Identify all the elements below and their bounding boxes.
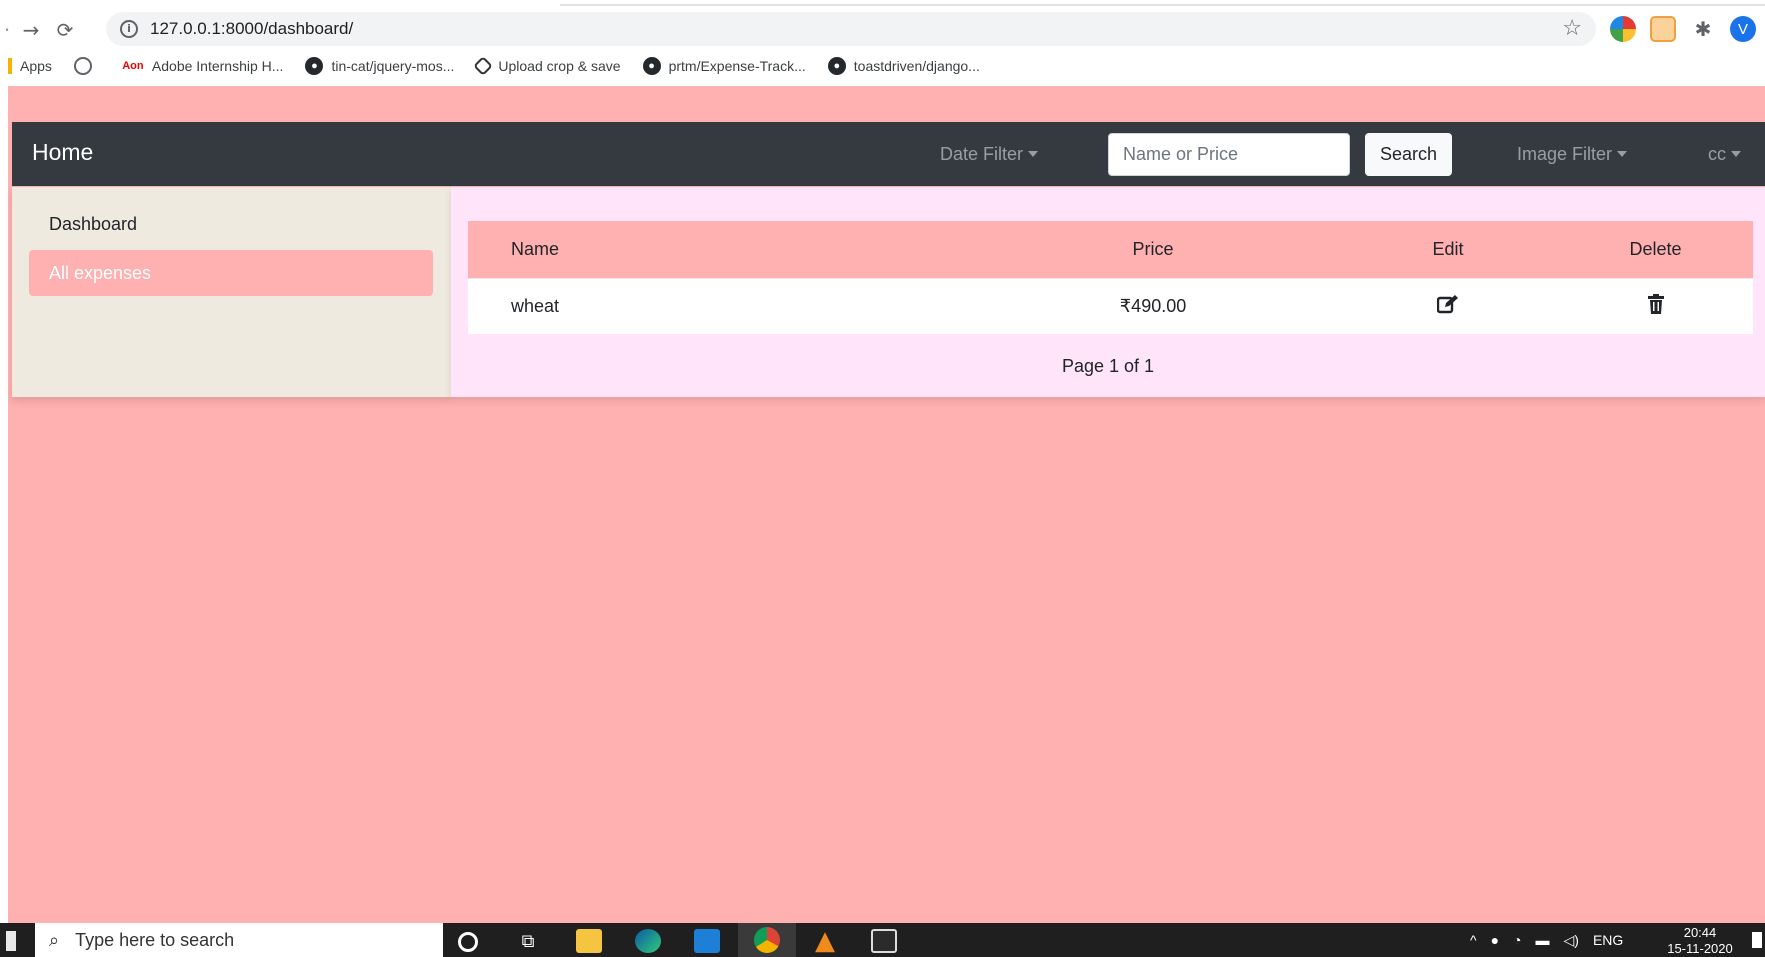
browser-chrome: · → ⟳ i 127.0.0.1:8000/dashboard/ ☆ ✱ V … bbox=[0, 0, 1765, 86]
bookmark-label: toastdriven/django... bbox=[853, 58, 980, 74]
chrome-logo-icon bbox=[754, 927, 780, 953]
site-info-icon[interactable]: i bbox=[120, 20, 138, 38]
profile-avatar[interactable]: V bbox=[1730, 16, 1756, 42]
pagination-status: Page 1 of 1 bbox=[1061, 356, 1155, 376]
expenses-table: Name Price Edit Delete wheat ₹490.00 bbox=[468, 221, 1753, 334]
adobe-icon: Aon bbox=[122, 60, 144, 72]
date-filter-label: Date Filter bbox=[940, 144, 1024, 164]
edge-browser-icon[interactable] bbox=[635, 929, 661, 953]
network-icon[interactable]: ◔ bbox=[1513, 932, 1521, 948]
browser-toolbar: · → ⟳ i 127.0.0.1:8000/dashboard/ ☆ ✱ V bbox=[0, 12, 1765, 48]
taskbar-search-placeholder: Type here to search bbox=[75, 929, 235, 950]
column-header-price: Price bbox=[968, 221, 1338, 278]
vlc-player-icon[interactable]: ▲ bbox=[812, 926, 838, 956]
upload-icon bbox=[473, 56, 494, 76]
taskbar-search-box[interactable]: ⌕ Type here to search bbox=[35, 923, 443, 957]
image-filter-dropdown[interactable]: Image Filter bbox=[1517, 144, 1628, 165]
cell-name: wheat bbox=[468, 277, 968, 334]
bookmark-label: Apps bbox=[20, 58, 52, 74]
bookmark-label: Adobe Internship H... bbox=[151, 58, 284, 74]
column-header-delete: Delete bbox=[1558, 221, 1753, 278]
bookmark-star-icon[interactable]: ☆ bbox=[1562, 16, 1582, 41]
chrome-browser-icon[interactable] bbox=[738, 923, 796, 957]
bookmark-label: prtm/Expense-Track... bbox=[668, 58, 806, 74]
date-filter-dropdown[interactable]: Date Filter bbox=[940, 144, 1039, 165]
main-content: Name Price Edit Delete wheat ₹490.00 Pag… bbox=[451, 187, 1765, 397]
apps-grid-icon bbox=[8, 58, 12, 74]
bookmark-jquery-masonry[interactable]: ● tin-cat/jquery-mos... bbox=[305, 57, 454, 75]
forward-arrow-icon[interactable]: → bbox=[14, 13, 48, 47]
github-icon: ● bbox=[305, 57, 324, 75]
bookmark-label: Upload crop & save bbox=[498, 58, 621, 74]
table-header-row: Name Price Edit Delete bbox=[468, 221, 1753, 278]
tab-strip bbox=[0, 0, 1765, 10]
bookmark-expense-tracker[interactable]: ● prtm/Expense-Track... bbox=[642, 57, 806, 75]
extension-icons: ✱ V bbox=[1610, 12, 1756, 46]
user-menu-label: cc bbox=[1708, 144, 1726, 164]
volume-icon[interactable]: ◁) bbox=[1564, 932, 1579, 949]
cortana-icon[interactable] bbox=[458, 932, 478, 952]
table-row: wheat ₹490.00 bbox=[468, 277, 1753, 334]
sidebar-item-all-expenses[interactable]: All expenses bbox=[29, 250, 433, 296]
bookmarks-bar: Apps Aon Adobe Internship H... ● tin-cat… bbox=[0, 52, 1765, 80]
reload-icon[interactable]: ⟳ bbox=[48, 13, 82, 47]
github-icon: ● bbox=[827, 57, 846, 75]
globe-icon bbox=[73, 57, 92, 75]
bookmark-globe[interactable] bbox=[73, 57, 100, 75]
bookmark-apps[interactable]: Apps bbox=[8, 58, 52, 74]
search-icon: ⌕ bbox=[49, 929, 60, 951]
chevron-up-icon[interactable]: ^ bbox=[1470, 932, 1477, 948]
cell-delete bbox=[1558, 277, 1753, 334]
top-navbar: Home Date Filter Search Image Filter cc bbox=[12, 122, 1765, 186]
app-page: Home Date Filter Search Image Filter cc … bbox=[8, 86, 1765, 923]
back-arrow-icon[interactable]: · bbox=[0, 13, 14, 47]
caret-down-icon bbox=[1731, 151, 1741, 157]
cell-price: ₹490.00 bbox=[968, 277, 1338, 334]
brand-home-link[interactable]: Home bbox=[32, 139, 93, 166]
clock[interactable]: 20:44 15-11-2020 bbox=[1660, 925, 1740, 957]
column-header-name: Name bbox=[468, 221, 968, 278]
column-header-edit: Edit bbox=[1338, 221, 1558, 278]
notifications-icon[interactable] bbox=[1752, 932, 1762, 948]
bookmark-upload-crop[interactable]: Upload crop & save bbox=[473, 56, 621, 76]
caret-down-icon bbox=[1028, 151, 1039, 157]
clock-date: 15-11-2020 bbox=[1667, 941, 1733, 956]
user-menu-dropdown[interactable]: cc bbox=[1708, 144, 1741, 165]
caret-down-icon bbox=[1617, 151, 1628, 157]
edit-icon[interactable] bbox=[1436, 294, 1459, 319]
sidebar: Dashboard All expenses bbox=[12, 187, 451, 397]
cell-edit bbox=[1338, 277, 1558, 334]
extensions-puzzle-icon[interactable]: ✱ bbox=[1690, 16, 1716, 42]
image-filter-label: Image Filter bbox=[1517, 144, 1613, 164]
address-bar[interactable]: i 127.0.0.1:8000/dashboard/ ☆ bbox=[106, 12, 1596, 46]
color-picker-extension-icon[interactable] bbox=[1610, 16, 1636, 42]
microphone-icon[interactable]: ● bbox=[1491, 932, 1499, 948]
windows-start-icon[interactable] bbox=[6, 931, 16, 951]
url-text[interactable]: 127.0.0.1:8000/dashboard/ bbox=[150, 19, 353, 39]
language-indicator[interactable]: ENG bbox=[1593, 932, 1623, 948]
clock-time: 20:44 bbox=[1683, 925, 1717, 940]
sidebar-item-dashboard[interactable]: Dashboard bbox=[29, 201, 433, 247]
file-explorer-icon[interactable] bbox=[576, 929, 602, 953]
search-input[interactable] bbox=[1108, 133, 1350, 176]
store-icon[interactable] bbox=[694, 929, 720, 953]
bookmark-label: tin-cat/jquery-mos... bbox=[331, 58, 455, 74]
battery-icon[interactable]: ▬ bbox=[1536, 932, 1550, 948]
search-button[interactable]: Search bbox=[1365, 133, 1452, 176]
github-icon: ● bbox=[642, 57, 661, 75]
bookmark-adobe-internship[interactable]: Aon Adobe Internship H... bbox=[122, 57, 284, 75]
taskbar: ⌕ Type here to search ⧉ ▲ ^ ● ◔ ▬ ◁) ENG… bbox=[0, 923, 1765, 957]
system-tray: ^ ● ◔ ▬ ◁) ENG bbox=[1470, 923, 1623, 957]
terminal-icon[interactable] bbox=[871, 929, 897, 953]
task-view-icon[interactable]: ⧉ bbox=[515, 929, 541, 953]
bookmark-django[interactable]: ● toastdriven/django... bbox=[827, 57, 980, 75]
extension-icon[interactable] bbox=[1650, 16, 1676, 42]
trash-icon[interactable] bbox=[1647, 293, 1664, 319]
